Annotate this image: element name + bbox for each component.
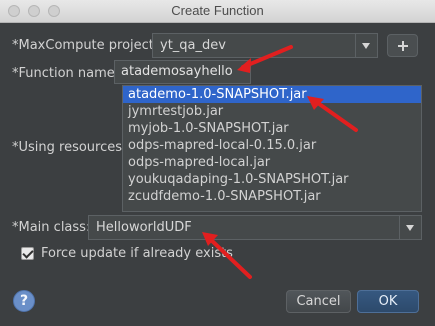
maxcompute-project-value: yt_qa_dev xyxy=(160,38,226,53)
maxcompute-project-label: *MaxCompute project: xyxy=(12,38,159,53)
force-update-label: Force update if already exists xyxy=(41,246,233,261)
create-function-dialog: Create Function *MaxCompute project: yt_… xyxy=(0,0,435,326)
title-bar: Create Function xyxy=(0,0,435,23)
chevron-down-icon[interactable] xyxy=(399,216,421,239)
function-name-label: *Function name: xyxy=(12,66,120,81)
cancel-button[interactable]: Cancel xyxy=(286,290,351,313)
function-name-value: atademosayhello xyxy=(121,64,233,79)
resources-list[interactable]: atademo-1.0-SNAPSHOT.jar jymrtestjob.jar… xyxy=(122,85,422,212)
resource-item[interactable]: myjob-1.0-SNAPSHOT.jar xyxy=(123,120,421,137)
window-title: Create Function xyxy=(171,3,264,18)
resource-item[interactable]: jymrtestjob.jar xyxy=(123,103,421,120)
resource-item[interactable]: youkuqadaping-1.0-SNAPSHOT.jar xyxy=(123,171,421,188)
add-project-button[interactable] xyxy=(387,34,418,57)
function-name-input[interactable]: atademosayhello xyxy=(114,60,251,84)
main-class-value: HelloworldUDF xyxy=(96,220,192,235)
question-icon: ? xyxy=(19,293,29,309)
main-class-select[interactable]: HelloworldUDF xyxy=(88,215,422,240)
resource-item[interactable]: odps-mapred-local-0.15.0.jar xyxy=(123,137,421,154)
resource-item[interactable]: atademo-1.0-SNAPSHOT.jar xyxy=(123,86,421,103)
force-update-checkbox[interactable] xyxy=(21,247,34,260)
resource-item[interactable]: odps-mapred-local.jar xyxy=(123,154,421,171)
chevron-down-icon[interactable] xyxy=(355,34,377,57)
using-resources-label: *Using resources: xyxy=(12,140,127,155)
help-button[interactable]: ? xyxy=(13,290,35,312)
resource-item[interactable]: zcudfdemo-1.0-SNAPSHOT.jar xyxy=(123,188,421,205)
maxcompute-project-select[interactable]: yt_qa_dev xyxy=(152,33,378,58)
main-class-label: *Main class: xyxy=(12,220,91,235)
ok-button[interactable]: OK xyxy=(357,290,419,313)
